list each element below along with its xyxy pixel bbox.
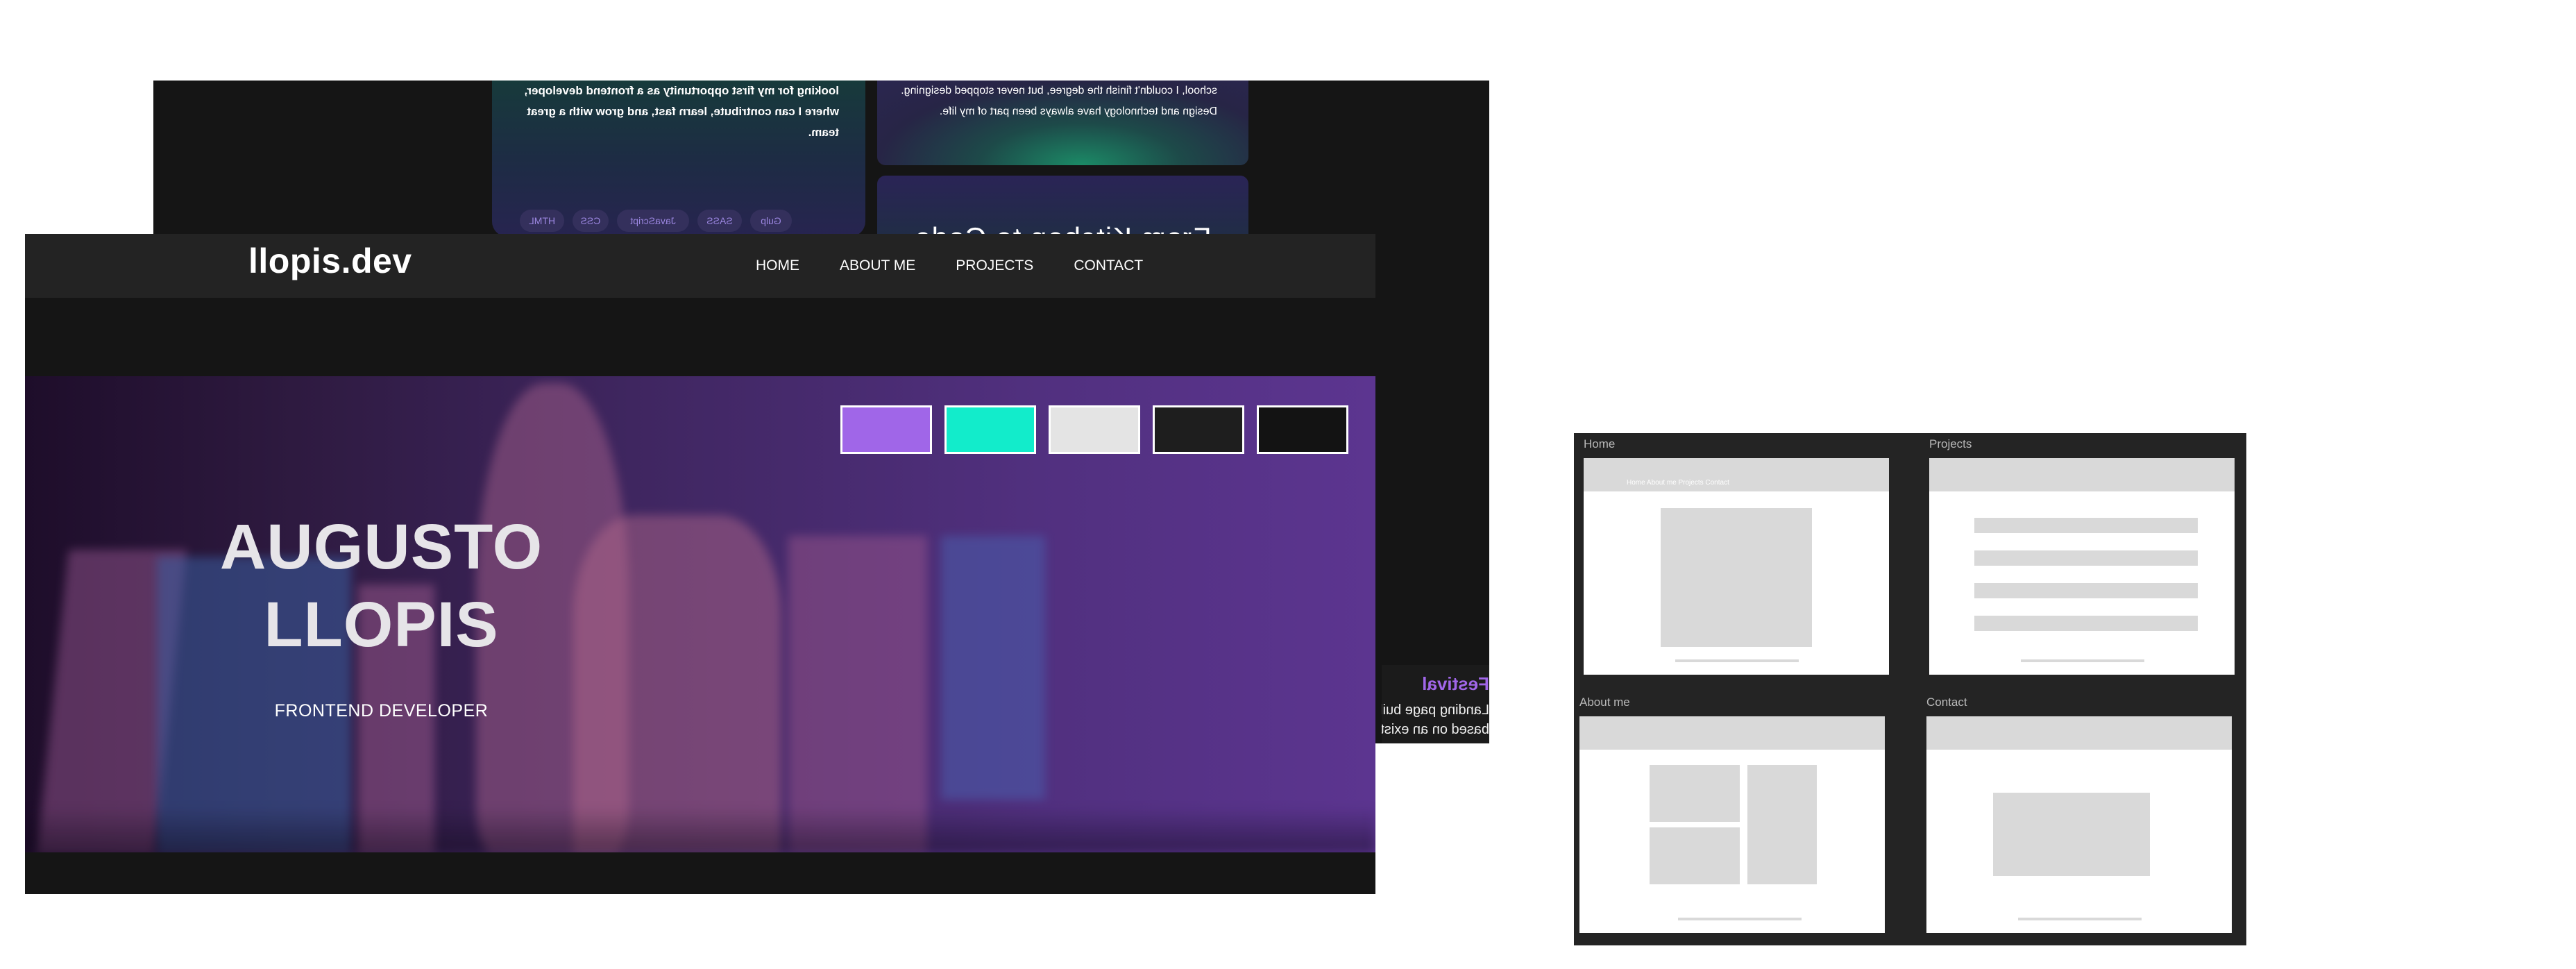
tag-pill-css: CSS [573,210,609,232]
wireframe-label-home: Home [1584,437,1616,450]
color-swatch [840,405,932,454]
wireframe-list-row [1974,550,2198,566]
wireframe-footer-line [1675,659,1799,662]
nav-item-projects[interactable]: PROJECTS [956,253,1033,279]
wireframe-header [1579,716,1885,750]
hero-section: AUGUSTO LLOPIS FRONTEND DEVELOPER [25,376,1375,852]
hero-title-line1: AUGUSTO [219,512,543,582]
project-title: Festival [1422,673,1489,694]
project-card: Festival Landing page built with based o… [1382,665,1489,743]
hero-title: AUGUSTO LLOPIS [25,508,738,664]
project-desc-line2: based on an existing [1382,722,1489,737]
wireframe-list-row [1974,518,2198,533]
wireframe-text-block [1747,765,1817,884]
wireframe-header [1929,458,2235,491]
wireframe-list-row [1974,583,2198,598]
color-swatch [944,405,1036,454]
wireframe-footer-line [2018,918,2142,920]
project-desc-line1: Landing page built with [1382,702,1489,718]
story-card: school, I couldn't finish the degree, bu… [877,81,1248,165]
wireframe-projects [1929,458,2235,675]
wireframe-image-block [1650,827,1740,884]
color-swatch [1049,405,1140,454]
wireframe-home: Home About me Projects Contact [1584,458,1889,675]
wireframe-footer-line [1678,918,1802,920]
hero-bg-shape [788,536,927,852]
wireframe-contact [1926,716,2232,933]
story-card-text: school, I couldn't finish the degree, bu… [901,85,1217,117]
wireframe-panel: Home Home About me Projects Contact Proj… [1574,433,2246,945]
wireframe-about [1579,716,1885,933]
navbar: llopis.dev HOME ABOUT ME PROJECTS CONTAC… [25,234,1375,298]
nav-item-contact[interactable]: CONTACT [1074,253,1143,279]
site-logo[interactable]: llopis.dev [248,241,412,281]
nav-menu: HOME ABOUT ME PROJECTS CONTACT [756,253,1143,279]
nav-item-home[interactable]: HOME [756,253,799,279]
wireframe-label-projects: Projects [1929,437,1972,450]
hero-bg-shape [941,536,1045,800]
tag-pill-gulp: Gulp [750,210,792,232]
hero-bg-shape [25,807,1375,852]
wireframe-list-row [1974,616,2198,631]
front-screenshot: llopis.dev HOME ABOUT ME PROJECTS CONTAC… [25,234,1375,894]
wireframe-nav-text: Home About me Projects Contact [1627,479,1729,487]
color-swatch [1257,405,1348,454]
wireframe-hero-block [1661,508,1812,647]
nav-item-about-me[interactable]: ABOUT ME [840,253,915,279]
wireframe-label-about: About me [1579,696,1630,709]
about-card: looking for my first opportunity as a fr… [492,81,865,237]
tag-pill-javascript: JavaScript [617,210,689,232]
wireframe-footer-line [2021,659,2144,662]
wireframe-header: Home About me Projects Contact [1584,458,1889,491]
color-swatch [1153,405,1244,454]
wireframe-form-block [1993,793,2150,876]
hero-subtitle: FRONTEND DEVELOPER [274,701,489,721]
wireframe-header [1926,716,2232,750]
hero-title-line2: LLOPIS [264,589,499,660]
wireframe-image-block [1650,765,1740,822]
tag-pill-sass: SASS [697,210,742,232]
about-card-text: looking for my first opportunity as a fr… [524,84,839,139]
tag-pill-html: HTML [520,210,564,232]
wireframe-label-contact: Contact [1926,696,1967,709]
